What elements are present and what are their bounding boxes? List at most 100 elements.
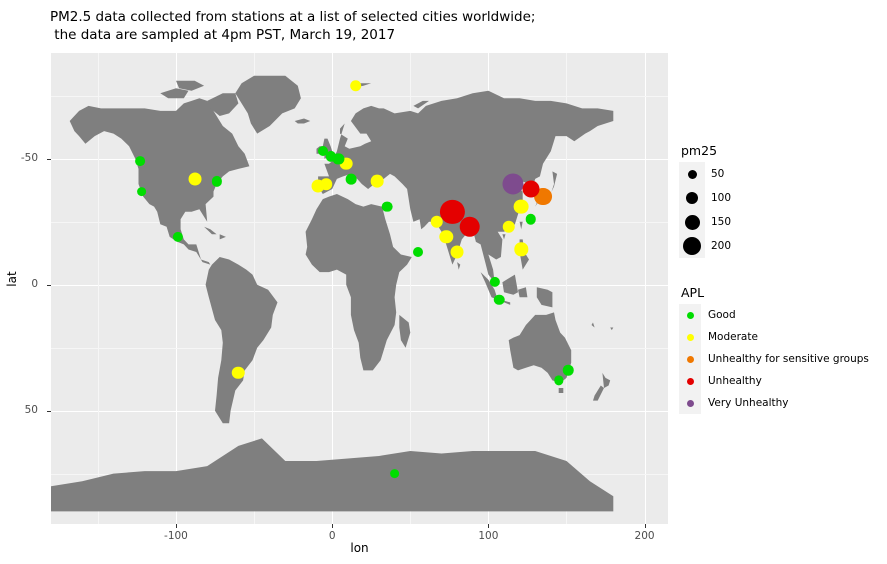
data-point bbox=[522, 180, 540, 198]
size-legend-key bbox=[679, 234, 705, 258]
landmass bbox=[305, 194, 412, 371]
y-tick-mark bbox=[47, 410, 51, 412]
x-tick-mark bbox=[644, 524, 646, 528]
color-legend-label: Unhealthy bbox=[708, 375, 762, 387]
size-legend-items: 50 100 150 200 bbox=[679, 162, 731, 258]
landmass bbox=[294, 118, 311, 124]
data-point bbox=[562, 365, 574, 376]
x-tick-mark bbox=[175, 524, 177, 528]
data-point bbox=[232, 366, 245, 380]
y-tick-label: 50 bbox=[24, 403, 38, 416]
size-legend-dot bbox=[686, 192, 698, 204]
color-legend-item: Unhealthy for sensitive groups bbox=[679, 348, 869, 370]
landmass bbox=[69, 98, 250, 265]
y-axis-title: lat bbox=[5, 271, 19, 287]
landmass bbox=[204, 226, 217, 235]
size-legend-label: 200 bbox=[711, 240, 732, 252]
color-legend-dot bbox=[686, 333, 694, 341]
plot-panel bbox=[51, 53, 668, 524]
size-legend-title: pm25 bbox=[681, 143, 718, 158]
size-legend-dot bbox=[687, 169, 697, 179]
color-legend-label: Good bbox=[708, 309, 736, 321]
size-legend-item: 50 bbox=[679, 162, 731, 186]
color-legend-dot bbox=[686, 355, 694, 363]
landmass bbox=[205, 257, 278, 424]
landmass bbox=[558, 388, 564, 393]
chart-title-line2: the data are sampled at 4pm PST, March 1… bbox=[50, 27, 396, 43]
landmass bbox=[457, 262, 461, 270]
landmass bbox=[591, 322, 595, 328]
data-point bbox=[136, 186, 147, 197]
data-point bbox=[494, 294, 505, 306]
landmass bbox=[399, 314, 411, 348]
y-tick-label: -50 bbox=[20, 151, 38, 164]
landmass bbox=[508, 312, 572, 383]
landmass bbox=[51, 438, 614, 512]
size-legend-label: 50 bbox=[711, 168, 725, 180]
landmass bbox=[536, 287, 553, 308]
landmass bbox=[519, 221, 523, 230]
data-point bbox=[502, 220, 515, 234]
color-legend-dot bbox=[686, 377, 694, 385]
landmass bbox=[502, 274, 518, 295]
size-legend-key bbox=[679, 186, 705, 210]
size-legend-item: 100 bbox=[679, 186, 731, 210]
landmass bbox=[593, 385, 604, 401]
color-legend-label: Very Unhealthy bbox=[708, 397, 789, 409]
landmass bbox=[610, 327, 614, 331]
size-legend-key bbox=[679, 210, 705, 234]
color-legend-items: Good Moderate Unhealthy for sensitive grou… bbox=[679, 304, 869, 414]
data-point bbox=[381, 201, 393, 212]
data-point bbox=[135, 156, 145, 167]
size-legend-dot bbox=[684, 214, 700, 230]
color-legend: APL Good Moderate Unhealthy for sensitive … bbox=[679, 285, 869, 414]
color-legend-key bbox=[679, 370, 701, 392]
size-legend-label: 100 bbox=[711, 192, 732, 204]
size-legend-dot bbox=[683, 237, 701, 255]
world-map-layer bbox=[51, 75, 614, 512]
data-point bbox=[320, 178, 332, 190]
color-legend-dot bbox=[686, 399, 694, 407]
color-legend-item: Good bbox=[679, 304, 869, 326]
landmass bbox=[160, 88, 189, 99]
landmass bbox=[219, 234, 226, 240]
data-point bbox=[188, 172, 202, 186]
color-legend-dot bbox=[686, 311, 694, 319]
data-point bbox=[371, 175, 384, 188]
landmass bbox=[235, 75, 301, 134]
color-legend-item: Unhealthy bbox=[679, 370, 869, 392]
landmass bbox=[518, 287, 528, 298]
chart-title: PM2.5 data collected from stations at a … bbox=[50, 8, 670, 44]
data-point bbox=[345, 173, 357, 185]
color-legend-label: Moderate bbox=[708, 331, 758, 343]
size-legend-label: 150 bbox=[711, 216, 732, 228]
color-legend-key bbox=[679, 392, 701, 414]
landmass bbox=[502, 234, 506, 240]
landmass bbox=[602, 372, 611, 388]
y-tick-mark bbox=[47, 284, 51, 286]
color-legend-key bbox=[679, 304, 701, 326]
chart-root: PM2.5 data collected from stations at a … bbox=[0, 0, 887, 564]
color-legend-key bbox=[679, 348, 701, 370]
data-point bbox=[349, 79, 362, 92]
color-legend-item: Very Unhealthy bbox=[679, 392, 869, 414]
size-legend-item: 150 bbox=[679, 210, 731, 234]
color-legend-label: Unhealthy for sensitive groups bbox=[708, 353, 869, 365]
data-point bbox=[502, 173, 524, 195]
size-legend: pm25 50 100 150 200 bbox=[679, 143, 731, 258]
data-point bbox=[317, 146, 328, 157]
data-point bbox=[413, 246, 424, 257]
data-point bbox=[459, 216, 480, 238]
data-point bbox=[430, 215, 444, 228]
x-axis-title: lon bbox=[350, 541, 369, 555]
data-point bbox=[525, 213, 536, 225]
x-tick-mark bbox=[488, 524, 490, 528]
x-tick-mark bbox=[332, 524, 334, 528]
data-point bbox=[389, 468, 400, 479]
y-tick-mark bbox=[47, 158, 51, 160]
color-legend-key bbox=[679, 326, 701, 348]
color-legend-item: Moderate bbox=[679, 326, 869, 348]
chart-title-line1: PM2.5 data collected from stations at a … bbox=[50, 9, 536, 25]
data-point bbox=[513, 199, 529, 215]
data-point bbox=[450, 245, 464, 259]
